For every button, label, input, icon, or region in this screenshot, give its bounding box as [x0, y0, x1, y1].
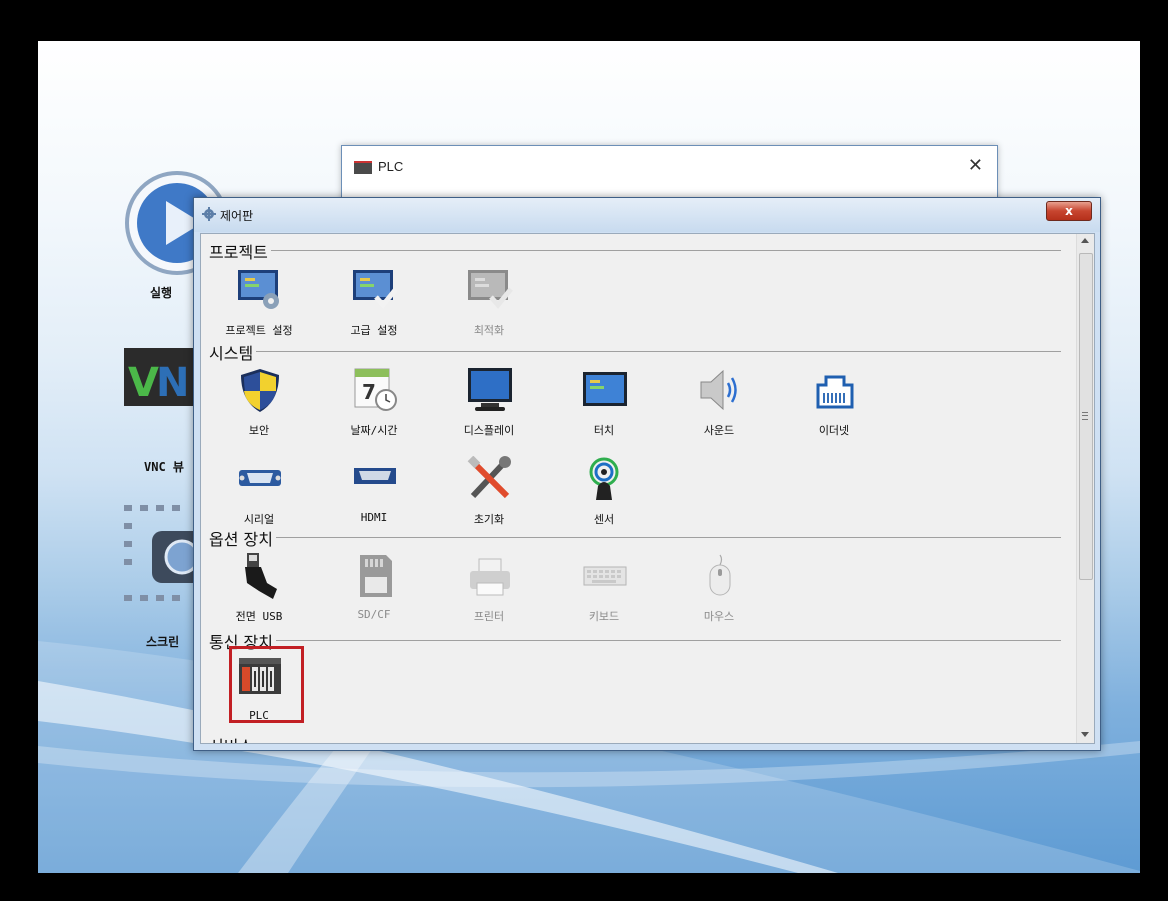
item-label: 터치 — [593, 424, 615, 437]
gear-icon — [202, 207, 216, 221]
section-options-title: 옵션 장치 — [209, 526, 276, 550]
item-label: SD/CF — [357, 608, 391, 621]
section-divider — [211, 250, 1061, 251]
control-panel-title: 제어판 — [220, 209, 254, 223]
item-label: 디스플레이 — [463, 424, 515, 437]
item-label: 이더넷 — [818, 424, 850, 437]
svg-text:V: V — [128, 360, 159, 406]
project-settings-icon — [238, 270, 279, 309]
section-divider — [211, 640, 1061, 641]
monitor-icon — [468, 368, 512, 411]
section-divider — [211, 537, 1061, 538]
control-panel-window: 제어판 x 프로젝트 프로젝트 설정 고급 설정 최적화 시스템 보안 7 날짜… — [193, 197, 1101, 751]
control-panel-content[interactable]: 프로젝트 프로젝트 설정 고급 설정 최적화 시스템 보안 7 날짜/시간 디스… — [200, 233, 1095, 744]
item-label: 전면 USB — [235, 610, 283, 623]
plc-dialog-icon — [354, 161, 372, 174]
plc-dialog-close-button[interactable]: ✕ — [968, 155, 983, 176]
touch-screen-icon — [583, 372, 627, 406]
section-project-title: 프로젝트 — [209, 239, 271, 263]
optimize-icon — [468, 270, 513, 309]
hdmi-port-icon — [354, 468, 396, 484]
vertical-scrollbar[interactable] — [1076, 234, 1094, 743]
desktop-run-label: 실행 — [150, 286, 173, 300]
usb-plug-icon — [245, 553, 277, 599]
keyboard-icon — [583, 566, 627, 586]
section-divider — [211, 351, 1061, 352]
section-service-title: 서비스 — [209, 733, 257, 743]
item-label: HDMI — [360, 511, 388, 524]
security-shield-icon — [241, 369, 279, 412]
section-system-title: 시스템 — [209, 340, 257, 364]
plc-dialog-title: PLC — [378, 159, 404, 174]
vnc-icon: V N — [124, 348, 200, 406]
selected-highlight — [229, 646, 304, 723]
item-label: 사운드 — [703, 424, 735, 437]
scroll-grip-icon — [1082, 412, 1088, 420]
item-label: 시리얼 — [243, 513, 275, 526]
sd-card-icon — [360, 555, 392, 597]
scroll-down-arrow-icon[interactable] — [1081, 732, 1089, 737]
control-panel-titlebar[interactable]: 제어판 x — [194, 198, 1100, 232]
mouse-icon — [709, 554, 731, 596]
item-label: 센서 — [593, 513, 615, 526]
item-label: 날짜/시간 — [350, 424, 398, 437]
item-label: 프로젝트 설정 — [225, 324, 293, 337]
printer-icon — [470, 558, 510, 596]
desktop-vnc-label: VNC 뷰 — [144, 460, 184, 474]
sensor-icon — [589, 457, 619, 500]
scroll-up-arrow-icon[interactable] — [1081, 238, 1089, 243]
control-panel-close-button[interactable]: x — [1046, 201, 1092, 221]
tools-reset-icon — [467, 456, 511, 499]
svg-text:N: N — [156, 360, 189, 406]
item-label: 초기화 — [473, 513, 505, 526]
item-label: 키보드 — [588, 610, 620, 623]
item-label: 고급 설정 — [350, 324, 398, 337]
advanced-settings-icon — [353, 270, 398, 309]
svg-text:7: 7 — [362, 380, 376, 404]
speaker-icon — [700, 369, 737, 411]
item-label: 최적화 — [473, 324, 505, 337]
calendar-clock-icon: 7 — [354, 368, 397, 411]
item-label: 프린터 — [473, 610, 505, 623]
desktop-screen-label: 스크린 — [146, 635, 180, 649]
ethernet-port-icon — [816, 375, 854, 409]
serial-port-icon — [239, 470, 281, 486]
item-label: 마우스 — [703, 610, 735, 623]
item-label: 보안 — [248, 424, 270, 437]
